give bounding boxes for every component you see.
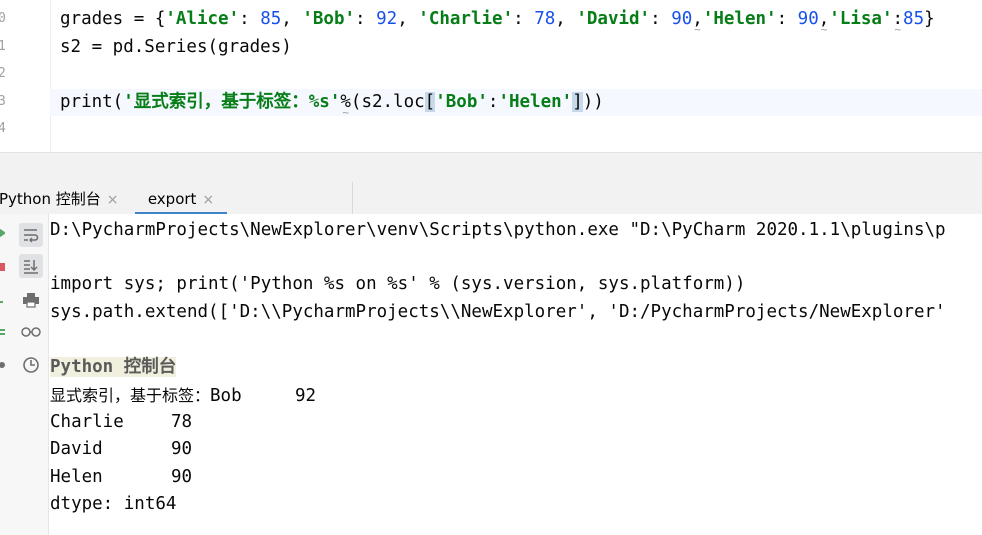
code-line-1[interactable]: s2 = pd.Series(grades) [60,34,292,61]
console-line: import sys; print('Python %s on %s' % (s… [50,274,746,294]
output-row: 显式索引，基于标签：Bob 92 [50,382,316,409]
rerun-icon[interactable] [0,297,5,307]
console-header: Python 控制台 [50,357,177,377]
row-index: David [50,439,103,459]
line-number: 1 [0,39,6,54]
panel-separator[interactable] [0,152,982,183]
tab-divider [352,182,353,214]
print-icon[interactable] [19,288,43,312]
left-action-strip [0,214,9,535]
tab-export[interactable]: export × [135,182,227,215]
line-gutter: 0 1 2 3 4 [0,0,51,152]
row-value: 90 [171,467,193,487]
code-line-0[interactable]: grades = {'Alice': 85, 'Bob': 92, 'Charl… [60,6,935,33]
result-label: 显式索引，基于标签： [50,386,211,405]
tab-python-console[interactable]: Python 控制台 × [0,182,119,214]
console-panel[interactable]: D:\PycharmProjects\NewExplorer\venv\Scri… [0,214,982,535]
row-index: Bob [210,386,242,406]
row-index: Helen [50,467,103,487]
code-editor[interactable]: 0 1 2 3 4 grades = {'Alice': 85, 'Bob': … [0,0,982,152]
console-line: sys.path.extend(['D:\\PycharmProjects\\N… [50,302,946,322]
line-number: 4 [0,121,6,136]
line-number: 2 [0,66,6,81]
code-line-3[interactable]: print('显式索引，基于标签：%s'%(s2.loc['Bob':'Hele… [60,89,604,116]
soft-wrap-icon[interactable] [19,223,43,247]
debug-icon[interactable] [0,360,5,370]
row-value: 90 [171,439,193,459]
row-index: Charlie [50,412,124,432]
scroll-to-end-icon[interactable] [19,254,43,278]
tab-label: Python 控制台 [0,190,101,208]
stop-icon[interactable] [0,262,5,272]
dtype-line: dtype: int64 [50,494,177,514]
line-number: 0 [0,11,6,26]
line-number: 3 [0,94,6,109]
run-icon[interactable] [0,228,5,238]
row-value: 92 [295,386,317,406]
output-row: Helen 90 [50,464,192,491]
output-row: Charlie 78 [50,409,192,436]
close-icon[interactable]: × [107,192,119,208]
variables-icon[interactable] [0,328,5,338]
tab-label: export [147,190,197,208]
output-row: David 90 [50,436,192,463]
console-line: D:\PycharmProjects\NewExplorer\venv\Scri… [50,220,946,240]
console-toolbar [9,214,49,535]
row-value: 78 [171,412,193,432]
glasses-icon[interactable] [19,320,43,344]
tool-window-tabs: Python 控制台 × export × [0,182,982,215]
close-icon[interactable]: × [202,192,214,208]
history-icon[interactable] [19,353,43,377]
